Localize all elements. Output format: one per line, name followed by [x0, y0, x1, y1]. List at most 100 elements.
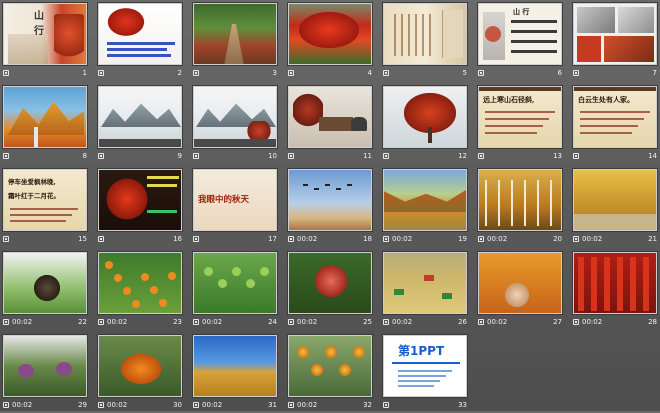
- slide-thumbnail-30[interactable]: 00:02 30: [97, 334, 186, 413]
- slide-thumbnail-1[interactable]: 山行 1: [2, 2, 91, 81]
- slide-preview[interactable]: [287, 2, 373, 66]
- slide-preview[interactable]: [192, 251, 278, 315]
- slide-thumbnail-29[interactable]: 00:02 29: [2, 334, 91, 413]
- slide-thumbnail-9[interactable]: 9: [97, 85, 186, 164]
- slide-preview[interactable]: [287, 168, 373, 232]
- slide-thumbnail-31[interactable]: 00:02 31: [192, 334, 281, 413]
- transition-icon[interactable]: [3, 70, 9, 76]
- slide-preview[interactable]: 停车坐爱枫林晚, 霜叶红于二月花。: [2, 168, 88, 232]
- slide-thumbnail-21[interactable]: 00:02 21: [572, 168, 660, 247]
- transition-icon[interactable]: [98, 319, 104, 325]
- slide-preview[interactable]: [287, 334, 373, 398]
- slide-thumbnail-18[interactable]: 00:02 18: [287, 168, 376, 247]
- transition-icon[interactable]: [3, 402, 9, 408]
- slide-preview[interactable]: [382, 85, 468, 149]
- slide-thumbnail-22[interactable]: 00:02 22: [2, 251, 91, 330]
- slide-preview[interactable]: [287, 85, 373, 149]
- slide-preview[interactable]: [477, 251, 563, 315]
- transition-icon[interactable]: [288, 319, 294, 325]
- transition-icon[interactable]: [3, 236, 9, 242]
- thumbnail-art: [34, 275, 60, 301]
- transition-icon[interactable]: [98, 153, 104, 159]
- slide-thumbnail-33[interactable]: 第1PPT 33: [382, 334, 471, 413]
- slide-thumbnail-11[interactable]: 11: [287, 85, 376, 164]
- transition-icon[interactable]: [193, 70, 199, 76]
- transition-icon[interactable]: [98, 236, 104, 242]
- slide-preview[interactable]: [2, 251, 88, 315]
- slide-thumbnail-2[interactable]: 2: [97, 2, 186, 81]
- transition-icon[interactable]: [288, 70, 294, 76]
- slide-preview[interactable]: 第1PPT: [382, 334, 468, 398]
- transition-icon[interactable]: [3, 153, 9, 159]
- transition-icon[interactable]: [573, 236, 579, 242]
- slide-preview[interactable]: [572, 168, 658, 232]
- slide-preview[interactable]: [97, 2, 183, 66]
- transition-icon[interactable]: [573, 319, 579, 325]
- slide-thumbnail-6[interactable]: 山 行 6: [477, 2, 566, 81]
- slide-thumbnail-13[interactable]: 远上寒山石径斜, 13: [477, 85, 566, 164]
- transition-icon[interactable]: [193, 153, 199, 159]
- slide-thumbnail-20[interactable]: 00:02 20: [477, 168, 566, 247]
- slide-thumbnail-10[interactable]: 10: [192, 85, 281, 164]
- slide-preview[interactable]: [192, 334, 278, 398]
- slide-thumbnail-3[interactable]: 3: [192, 2, 281, 81]
- transition-icon[interactable]: [193, 236, 199, 242]
- transition-icon[interactable]: [288, 402, 294, 408]
- slide-preview[interactable]: 远上寒山石径斜,: [477, 85, 563, 149]
- slide-preview[interactable]: 山行: [2, 2, 88, 66]
- slide-preview[interactable]: [382, 2, 468, 66]
- slide-thumbnail-12[interactable]: 12: [382, 85, 471, 164]
- slide-thumbnail-7[interactable]: 7: [572, 2, 660, 81]
- slide-preview[interactable]: [382, 168, 468, 232]
- transition-icon[interactable]: [478, 319, 484, 325]
- transition-icon[interactable]: [98, 70, 104, 76]
- slide-thumbnail-4[interactable]: 4: [287, 2, 376, 81]
- transition-icon[interactable]: [193, 402, 199, 408]
- transition-icon[interactable]: [478, 236, 484, 242]
- slide-preview[interactable]: [97, 334, 183, 398]
- slide-preview[interactable]: [572, 251, 658, 315]
- slide-thumbnail-14[interactable]: 白云生处有人家。 14: [572, 85, 660, 164]
- transition-icon[interactable]: [383, 153, 389, 159]
- slide-preview[interactable]: [2, 85, 88, 149]
- transition-icon[interactable]: [383, 236, 389, 242]
- slide-thumbnail-27[interactable]: 00:02 27: [477, 251, 566, 330]
- slide-preview[interactable]: [572, 2, 658, 66]
- transition-icon[interactable]: [478, 153, 484, 159]
- slide-thumbnail-8[interactable]: 8: [2, 85, 91, 164]
- slide-preview[interactable]: [192, 2, 278, 66]
- transition-icon[interactable]: [383, 70, 389, 76]
- slide-preview[interactable]: 白云生处有人家。: [572, 85, 658, 149]
- transition-icon[interactable]: [573, 70, 579, 76]
- slide-preview[interactable]: [97, 85, 183, 149]
- transition-icon[interactable]: [3, 319, 9, 325]
- slide-preview[interactable]: [192, 85, 278, 149]
- transition-icon[interactable]: [98, 402, 104, 408]
- transition-icon[interactable]: [288, 153, 294, 159]
- slide-thumbnail-26[interactable]: 00:02 26: [382, 251, 471, 330]
- slide-preview[interactable]: [97, 251, 183, 315]
- transition-icon[interactable]: [193, 319, 199, 325]
- slide-preview[interactable]: [287, 251, 373, 315]
- slide-thumbnail-24[interactable]: 00:02 24: [192, 251, 281, 330]
- slide-preview[interactable]: [382, 251, 468, 315]
- transition-icon[interactable]: [478, 70, 484, 76]
- transition-icon[interactable]: [288, 236, 294, 242]
- transition-icon[interactable]: [383, 319, 389, 325]
- transition-icon[interactable]: [573, 153, 579, 159]
- slide-thumbnail-28[interactable]: 00:02 28: [572, 251, 660, 330]
- slide-preview[interactable]: [477, 168, 563, 232]
- slide-thumbnail-23[interactable]: 00:02 23: [97, 251, 186, 330]
- slide-preview[interactable]: [2, 334, 88, 398]
- transition-icon[interactable]: [383, 402, 389, 408]
- slide-thumbnail-15[interactable]: 停车坐爱枫林晚, 霜叶红于二月花。 15: [2, 168, 91, 247]
- slide-thumbnail-16[interactable]: 16: [97, 168, 186, 247]
- slide-preview[interactable]: 我眼中的秋天: [192, 168, 278, 232]
- slide-thumbnail-32[interactable]: 00:02 32: [287, 334, 376, 413]
- slide-thumbnail-25[interactable]: 00:02 25: [287, 251, 376, 330]
- slide-thumbnail-5[interactable]: 5: [382, 2, 471, 81]
- slide-preview[interactable]: [97, 168, 183, 232]
- slide-thumbnail-19[interactable]: 00:02 19: [382, 168, 471, 247]
- slide-thumbnail-17[interactable]: 我眼中的秋天 17: [192, 168, 281, 247]
- slide-preview[interactable]: 山 行: [477, 2, 563, 66]
